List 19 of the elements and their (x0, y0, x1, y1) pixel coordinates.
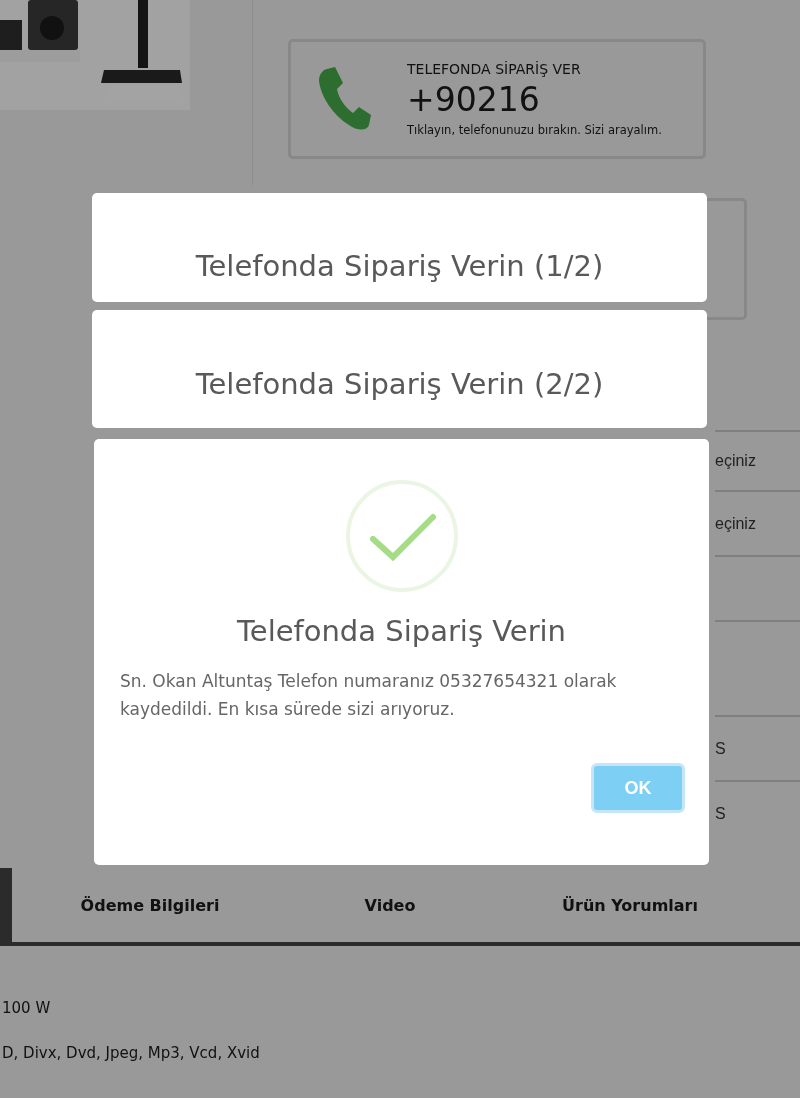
dialog-title: Telefonda Sipariş Verin (237, 613, 566, 649)
phone-number: +90216 (407, 79, 541, 121)
tab[interactable]: Ödeme Bilgileri (30, 868, 270, 942)
dialog-title: Telefonda Sipariş Verin (1/2) (195, 248, 604, 284)
tab[interactable]: Ürün Yorumları (510, 868, 750, 942)
option-text: S (715, 804, 726, 823)
option-text: eçiniz (715, 452, 756, 470)
tab[interactable]: Video (270, 868, 510, 942)
order-heading: TELEFONDA SİPARİŞ VER (407, 60, 582, 79)
dialog-title: Telefonda Sipariş Verin (2/2) (195, 366, 604, 402)
spec-text: 100 W (2, 998, 52, 1019)
success-check-icon (344, 479, 459, 593)
option-text: S (715, 739, 726, 758)
spec-text: D, Divx, Dvd, Jpeg, Mp3, Vcd, Xvid (2, 1043, 261, 1064)
dialog-message: Sn. Okan Altuntaş Telefon numaranız 05327654321 olarak kaydedildi. En kısa sürede sizi arıyoruz. (119, 670, 618, 721)
phone-icon (317, 67, 371, 131)
phone-order-card[interactable]: TELEFONDA SİPARİŞ VER +90216 Tıklayın, telefonunuzu bırakın. Sizi arayalım. (288, 39, 706, 159)
option-text: eçiniz (715, 514, 756, 533)
order-note: Tıklayın, telefonunuzu bırakın. Sizi arayalım. (407, 122, 662, 139)
